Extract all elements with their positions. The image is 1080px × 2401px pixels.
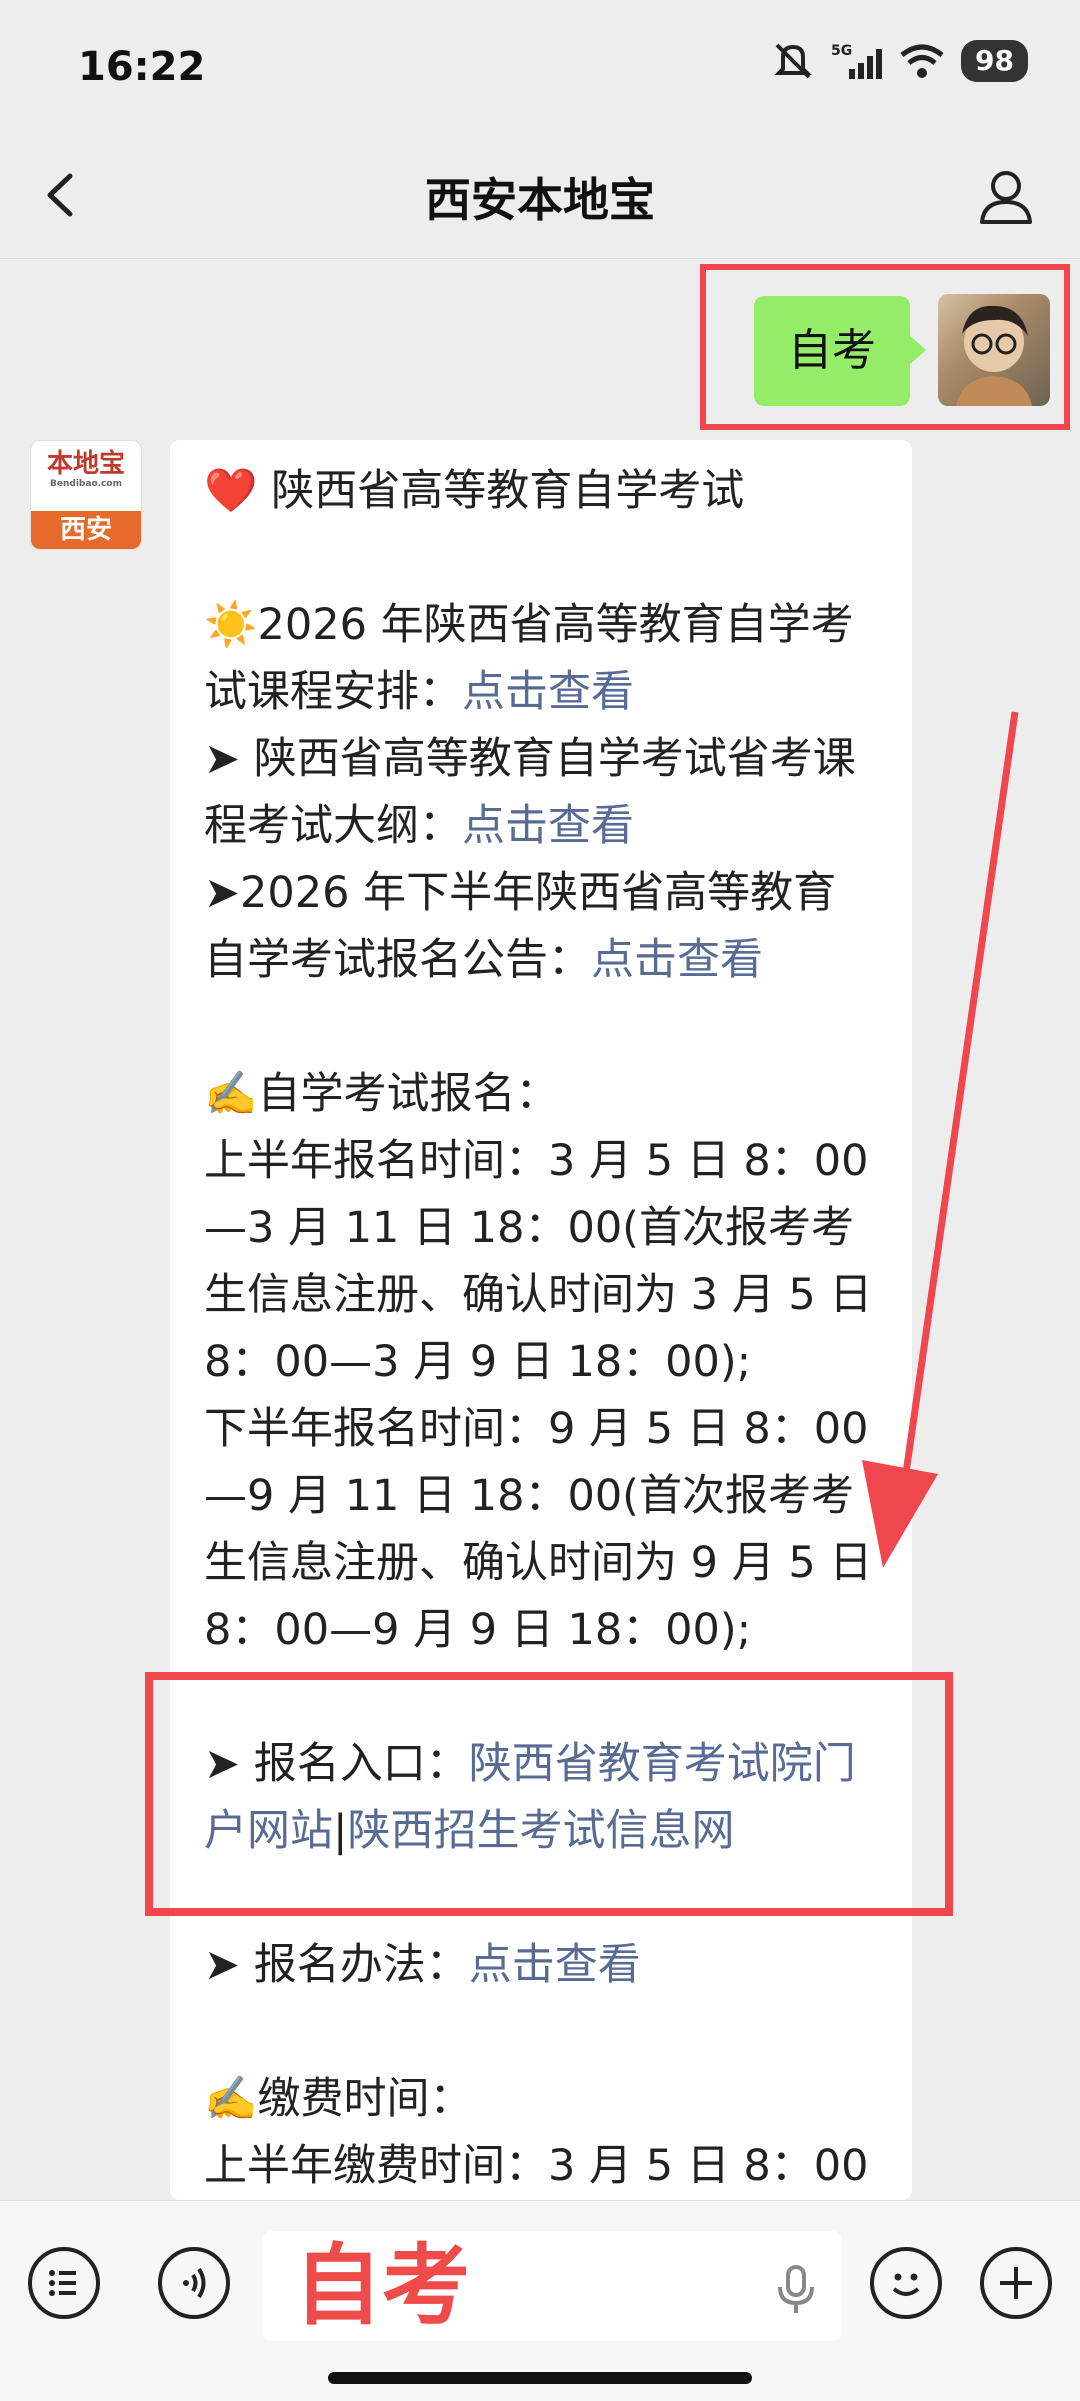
menu-button[interactable] (28, 2247, 100, 2319)
announcement-line: ➤2026 年下半年陕西省高等教育自学考试报名公告：点击查看 (204, 868, 837, 985)
registration-second-half: 下半年报名时间：9 月 5 日 8：00—9 月 11 日 18：00(首次报考… (204, 1404, 873, 1655)
user-avatar-image (956, 305, 1032, 406)
battery-indicator: 98 (961, 40, 1028, 82)
syllabus-link[interactable]: 点击查看 (462, 801, 634, 851)
received-message-bubble: ❤️ 陕西省高等教育自学考试 ☀️2026 年陕西省高等教育自学考试课程安排：点… (170, 440, 912, 2200)
signal-icon: 5G (831, 43, 883, 79)
fee-heading: ✍️缴费时间： (204, 2074, 473, 2124)
smiley-icon (892, 2273, 920, 2296)
sent-message-bubble[interactable]: 自考 (754, 296, 926, 406)
profile-icon[interactable] (976, 166, 1036, 226)
syllabus-line: ➤ 陕西省高等教育自学考试省考课程考试大纲：点击查看 (204, 734, 856, 851)
page-title: 西安本地宝 (425, 173, 655, 227)
status-icons: 5G 98 (771, 40, 1028, 82)
registration-method-line: ➤ 报名办法：点击查看 (204, 1940, 641, 1990)
input-bar: 自考 (0, 2200, 1080, 2401)
title-bar: 西安本地宝 (0, 130, 1080, 259)
bot-avatar-brand: 本地宝 Bendibao.com (31, 441, 141, 513)
wifi-icon (900, 44, 944, 78)
registration-first-half: 上半年报名时间：3 月 5 日 8：00—3 月 11 日 18：00(首次报考… (204, 1136, 873, 1387)
bot-avatar-city: 西安 (31, 511, 141, 549)
bot-avatar[interactable]: 本地宝 Bendibao.com 西安 (30, 440, 142, 550)
voice-icon (183, 2267, 206, 2299)
emoji-button[interactable] (870, 2247, 942, 2319)
message-title-line: ❤️ 陕西省高等教育自学考试 (204, 458, 878, 525)
list-icon (49, 2270, 76, 2296)
microphone-icon[interactable] (776, 2263, 816, 2315)
home-indicator[interactable] (328, 2372, 752, 2384)
sun-icon: ☀️ (204, 600, 258, 650)
highlight-box-entry (145, 1672, 953, 1916)
network-label: 5G (831, 43, 852, 59)
status-time: 16:22 (78, 44, 206, 90)
voice-button[interactable] (158, 2247, 230, 2319)
message-title: 陕西省高等教育自学考试 (271, 466, 745, 516)
user-avatar[interactable] (938, 294, 1050, 406)
plus-icon (1000, 2267, 1032, 2299)
message-input[interactable]: 自考 (262, 2231, 842, 2341)
registration-heading: ✍️自学考试报名： (204, 1069, 559, 1119)
schedule-line: ☀️2026 年陕西省高等教育自学考试课程安排：点击查看 (204, 600, 854, 717)
fee-first-half: 上半年缴费时间：3 月 5 日 8：00 (204, 2141, 869, 2191)
status-bar: 16:22 5G 98 (0, 0, 1080, 130)
bot-avatar-site: Bendibao.com (50, 479, 122, 489)
writing-hand-icon: ✍️ (204, 1069, 258, 1119)
writing-hand-icon: ✍️ (204, 2074, 258, 2124)
heart-icon: ❤️ (204, 466, 258, 516)
message-input-text: 自考 (294, 2234, 471, 2337)
method-link[interactable]: 点击查看 (469, 1940, 641, 1990)
announcement-link[interactable]: 点击查看 (591, 935, 763, 985)
schedule-link[interactable]: 点击查看 (462, 667, 634, 717)
more-button[interactable] (980, 2247, 1052, 2319)
mute-icon (774, 43, 812, 79)
